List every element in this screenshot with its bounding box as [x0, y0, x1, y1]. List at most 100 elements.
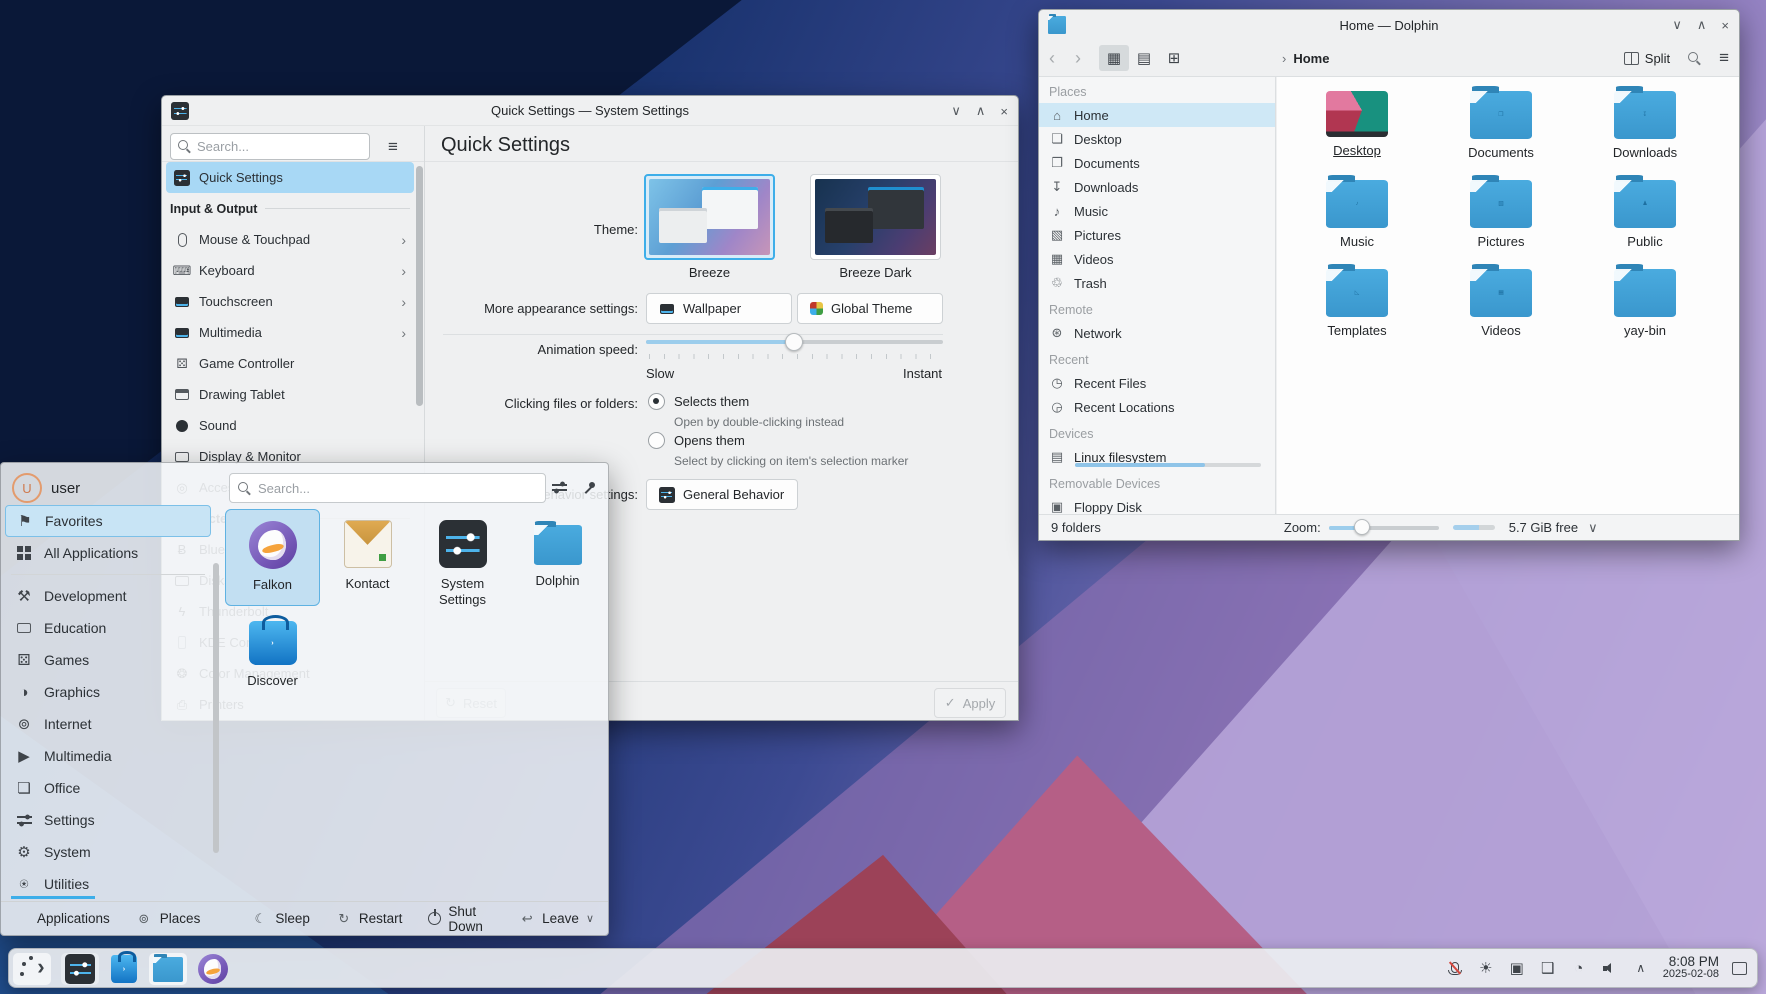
minimize-icon[interactable]: ∨	[1672, 17, 1682, 33]
application-launcher-button[interactable]	[13, 953, 51, 985]
app-kontact[interactable]: Kontact	[320, 509, 415, 606]
minimize-icon[interactable]: ∨	[951, 103, 961, 119]
folder-templates[interactable]: ◺ Templates	[1285, 267, 1429, 356]
place-music[interactable]: ♪Music	[1039, 199, 1275, 223]
launcher-scrollbar[interactable]	[213, 563, 219, 853]
theme-option-breeze[interactable]	[644, 174, 775, 260]
place-network[interactable]: ⊛Network	[1039, 321, 1275, 345]
settings-search-field[interactable]	[170, 133, 370, 160]
compact-view-button[interactable]: ▤	[1129, 45, 1159, 71]
apply-button[interactable]: ✓ Apply	[934, 688, 1006, 718]
global-theme-button[interactable]: Global Theme	[797, 293, 943, 324]
category-multimedia[interactable]: ▶Multimedia	[5, 740, 211, 772]
task-dolphin[interactable]	[149, 953, 187, 985]
sidebar-item-touchscreen[interactable]: Touchscreen›	[166, 286, 414, 317]
sidebar-item-multimedia[interactable]: Multimedia›	[166, 317, 414, 348]
radio-opens-them[interactable]: Opens them	[648, 432, 745, 449]
category-education[interactable]: Education	[5, 612, 211, 644]
dolphin-file-view[interactable]: Desktop ❐ Documents ↧ Downloads ♪ Music …	[1277, 77, 1739, 514]
folder-pictures[interactable]: ▧ Pictures	[1429, 178, 1573, 267]
task-discover[interactable]	[105, 953, 143, 985]
launcher-search-field[interactable]	[229, 473, 546, 503]
place-documents[interactable]: ❐Documents	[1039, 151, 1275, 175]
microphone-muted-icon[interactable]	[1446, 964, 1464, 973]
disk-icon[interactable]: ▣	[1508, 959, 1526, 977]
folder-public[interactable]: ♟ Public	[1573, 178, 1717, 267]
details-view-button[interactable]: ⊞	[1159, 45, 1189, 71]
place-downloads[interactable]: ↧Downloads	[1039, 175, 1275, 199]
place-desktop[interactable]: ❏Desktop	[1039, 127, 1275, 151]
zoom-slider[interactable]	[1329, 519, 1439, 537]
breadcrumb[interactable]: › Home	[1282, 51, 1329, 66]
digital-clock[interactable]: 8:08 PM 2025-02-08	[1663, 955, 1719, 981]
titlebar[interactable]: Home — Dolphin ∨ ∧ ×	[1039, 10, 1739, 40]
app-dolphin[interactable]: Dolphin	[510, 509, 605, 606]
sidebar-item-mouse-touchpad[interactable]: Mouse & Touchpad›	[166, 224, 414, 255]
category-development[interactable]: ⚒Development	[5, 580, 211, 612]
task-system-settings[interactable]	[61, 953, 99, 985]
place-home[interactable]: ⌂Home	[1039, 103, 1275, 127]
maximize-icon[interactable]: ∧	[976, 103, 986, 119]
split-button[interactable]: Split	[1624, 51, 1670, 66]
radio-selects-them[interactable]: Selects them	[648, 393, 749, 410]
folder-videos[interactable]: ▦ Videos	[1429, 267, 1573, 356]
sidebar-item-quick-settings[interactable]: Quick Settings	[166, 162, 414, 193]
category-office[interactable]: ❏Office	[5, 772, 211, 804]
pin-icon[interactable]	[583, 481, 597, 495]
forward-icon[interactable]: ›	[1065, 48, 1091, 69]
sidebar-item-keyboard[interactable]: ⌨ Keyboard›	[166, 255, 414, 286]
animation-speed-slider[interactable]	[646, 333, 943, 351]
close-icon[interactable]: ×	[1000, 104, 1008, 119]
settings-menu-button[interactable]: ≡	[378, 133, 408, 160]
category-all-applications[interactable]: All Applications	[5, 537, 211, 569]
maximize-icon[interactable]: ∧	[1697, 17, 1707, 33]
chevron-down-icon[interactable]: ∨	[1588, 520, 1598, 536]
theme-option-breeze-dark[interactable]	[810, 174, 941, 260]
place-trash[interactable]: ♲Trash	[1039, 271, 1275, 295]
titlebar[interactable]: Quick Settings — System Settings ∨ ∧ ×	[162, 96, 1018, 126]
sidebar-item-drawing-tablet[interactable]: Drawing Tablet	[166, 379, 414, 410]
configure-icon[interactable]	[552, 481, 567, 494]
category-settings[interactable]: Settings	[5, 804, 211, 836]
app-system-settings[interactable]: System Settings	[415, 509, 510, 606]
zoom-slider-handle[interactable]	[1354, 519, 1370, 535]
leave-button[interactable]: ↩Leave∨	[519, 911, 594, 927]
restart-button[interactable]: ↻Restart	[336, 911, 403, 927]
category-system[interactable]: ⚙System	[5, 836, 211, 868]
folder-downloads[interactable]: ↧ Downloads	[1573, 89, 1717, 178]
folder-documents[interactable]: ❐ Documents	[1429, 89, 1573, 178]
tab-applications[interactable]: Applications	[15, 911, 110, 926]
category-graphics[interactable]: ◑Graphics	[5, 676, 211, 708]
place-linux-filesystem[interactable]: ▤ Linux filesystem	[1039, 445, 1275, 469]
hamburger-menu-icon[interactable]: ≡	[1719, 48, 1729, 68]
folder-music[interactable]: ♪ Music	[1285, 178, 1429, 267]
tab-places[interactable]: ⊚Places	[136, 911, 201, 927]
sleep-button[interactable]: ☾Sleep	[252, 911, 310, 927]
search-icon[interactable]	[1688, 52, 1701, 65]
close-icon[interactable]: ×	[1721, 18, 1729, 33]
folder-desktop[interactable]: Desktop	[1285, 89, 1429, 178]
radio-unchecked-icon[interactable]	[648, 432, 665, 449]
category-internet[interactable]: ⊚Internet	[5, 708, 211, 740]
volume-icon[interactable]	[1601, 962, 1619, 975]
brightness-icon[interactable]: ☀	[1477, 959, 1495, 977]
icons-view-button[interactable]: ▦	[1099, 45, 1129, 71]
place-recent-files[interactable]: ◷Recent Files	[1039, 371, 1275, 395]
user-avatar[interactable]: U	[12, 473, 42, 503]
task-falkon[interactable]	[194, 953, 232, 985]
slider-handle[interactable]	[785, 333, 803, 351]
shutdown-button[interactable]: Shut Down	[428, 904, 493, 934]
radio-checked-icon[interactable]	[648, 393, 665, 410]
folder-yay-bin[interactable]: yay-bin	[1573, 267, 1717, 356]
category-games[interactable]: ⚄Games	[5, 644, 211, 676]
general-behavior-button[interactable]: General Behavior	[646, 479, 798, 510]
show-desktop-button[interactable]	[1732, 962, 1747, 975]
settings-search-input[interactable]	[197, 139, 347, 154]
category-favorites[interactable]: ⚑Favorites	[5, 505, 211, 537]
launcher-search-input[interactable]	[258, 481, 508, 496]
place-pictures[interactable]: ▧Pictures	[1039, 223, 1275, 247]
expand-tray-icon[interactable]: ∧	[1632, 961, 1650, 975]
display-network-icon[interactable]: ❑	[1539, 959, 1557, 977]
place-floppy-disk[interactable]: ▣Floppy Disk	[1039, 495, 1275, 514]
sidebar-item-game-controller[interactable]: ⚄ Game Controller	[166, 348, 414, 379]
